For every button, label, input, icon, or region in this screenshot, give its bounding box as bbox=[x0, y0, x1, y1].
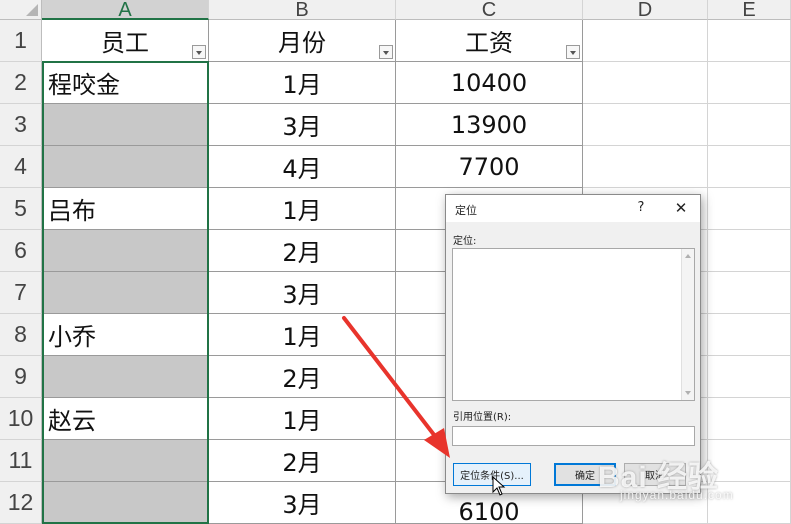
filter-dropdown-icon[interactable] bbox=[192, 45, 206, 59]
dialog-titlebar[interactable]: 定位 ? ✕ bbox=[446, 195, 700, 222]
row-header-5[interactable]: 5 bbox=[0, 188, 42, 230]
column-header-a[interactable]: A bbox=[42, 0, 209, 20]
empty-cell[interactable] bbox=[583, 146, 708, 188]
filter-dropdown-icon[interactable] bbox=[566, 45, 580, 59]
empty-cell[interactable] bbox=[583, 20, 708, 62]
empty-cell[interactable] bbox=[708, 440, 791, 482]
month-cell[interactable]: 4月 bbox=[209, 146, 396, 188]
empty-cell[interactable] bbox=[708, 230, 791, 272]
row-header-4[interactable]: 4 bbox=[0, 146, 42, 188]
mouse-cursor-icon bbox=[492, 476, 506, 496]
help-icon[interactable]: ? bbox=[632, 198, 650, 218]
employee-cell[interactable] bbox=[42, 146, 209, 188]
reference-input[interactable] bbox=[452, 426, 695, 446]
empty-cell[interactable] bbox=[708, 20, 791, 62]
employee-cell[interactable]: 小乔 bbox=[42, 314, 209, 356]
employee-cell[interactable] bbox=[42, 440, 209, 482]
filter-dropdown-icon[interactable] bbox=[379, 45, 393, 59]
header-label: 工资 bbox=[465, 29, 513, 57]
salary-cell[interactable]: 7700 bbox=[396, 146, 583, 188]
empty-cell[interactable] bbox=[708, 356, 791, 398]
month-cell[interactable]: 2月 bbox=[209, 230, 396, 272]
employee-cell[interactable]: 赵云 bbox=[42, 398, 209, 440]
month-cell[interactable]: 1月 bbox=[209, 62, 396, 104]
employee-cell[interactable] bbox=[42, 230, 209, 272]
empty-cell[interactable] bbox=[708, 62, 791, 104]
row-header-3[interactable]: 3 bbox=[0, 104, 42, 146]
row-header-11[interactable]: 11 bbox=[0, 440, 42, 482]
row-header-2[interactable]: 2 bbox=[0, 62, 42, 104]
employee-cell[interactable] bbox=[42, 272, 209, 314]
month-cell[interactable]: 1月 bbox=[209, 398, 396, 440]
employee-cell[interactable]: 程咬金 bbox=[42, 62, 209, 104]
header-cell-employee[interactable]: 员工 bbox=[42, 20, 209, 62]
month-cell[interactable]: 2月 bbox=[209, 440, 396, 482]
empty-cell[interactable] bbox=[708, 272, 791, 314]
month-cell[interactable]: 3月 bbox=[209, 104, 396, 146]
employee-cell[interactable] bbox=[42, 104, 209, 146]
row-header-9[interactable]: 9 bbox=[0, 356, 42, 398]
salary-cell[interactable]: 10400 bbox=[396, 62, 583, 104]
reference-label: 引用位置(R): bbox=[453, 412, 512, 423]
employee-cell[interactable]: 吕布 bbox=[42, 188, 209, 230]
watermark: Bai 经验 jingyan.baidu.com bbox=[598, 452, 733, 502]
goto-label: 定位: bbox=[453, 236, 477, 247]
month-cell[interactable]: 2月 bbox=[209, 356, 396, 398]
watermark-url: jingyan.baidu.com bbox=[620, 488, 734, 502]
column-header-b[interactable]: B bbox=[209, 0, 396, 20]
column-header-c[interactable]: C bbox=[396, 0, 583, 20]
goto-dialog: 定位 ? ✕ 定位: 引用位置(R): 定位条件(S)... 确定 取消 bbox=[445, 194, 701, 494]
header-label: 月份 bbox=[278, 29, 326, 57]
row-header-6[interactable]: 6 bbox=[0, 230, 42, 272]
row-header-1[interactable]: 1 bbox=[0, 20, 42, 62]
dialog-title: 定位 bbox=[455, 204, 477, 217]
header-label: 员工 bbox=[101, 29, 149, 57]
goto-list[interactable] bbox=[452, 248, 695, 401]
empty-cell[interactable] bbox=[708, 314, 791, 356]
empty-cell[interactable] bbox=[708, 398, 791, 440]
salary-cell[interactable]: 13900 bbox=[396, 104, 583, 146]
empty-cell[interactable] bbox=[583, 62, 708, 104]
empty-cell[interactable] bbox=[708, 146, 791, 188]
row-header-10[interactable]: 10 bbox=[0, 398, 42, 440]
select-all-corner[interactable] bbox=[0, 0, 42, 20]
empty-cell[interactable] bbox=[708, 188, 791, 230]
close-icon[interactable]: ✕ bbox=[670, 198, 692, 218]
month-cell[interactable]: 3月 bbox=[209, 272, 396, 314]
list-scrollbar[interactable] bbox=[681, 249, 694, 400]
month-cell[interactable]: 1月 bbox=[209, 188, 396, 230]
column-header-d[interactable]: D bbox=[583, 0, 708, 20]
column-header-e[interactable]: E bbox=[708, 0, 791, 20]
empty-cell[interactable] bbox=[708, 104, 791, 146]
row-header-12[interactable]: 12 bbox=[0, 482, 42, 524]
month-cell[interactable]: 1月 bbox=[209, 314, 396, 356]
month-cell[interactable]: 3月 bbox=[209, 482, 396, 524]
employee-cell[interactable] bbox=[42, 356, 209, 398]
row-header-7[interactable]: 7 bbox=[0, 272, 42, 314]
empty-cell[interactable] bbox=[583, 104, 708, 146]
scroll-down-icon[interactable] bbox=[685, 391, 691, 395]
header-cell-month[interactable]: 月份 bbox=[209, 20, 396, 62]
scroll-up-icon[interactable] bbox=[685, 254, 691, 258]
row-header-8[interactable]: 8 bbox=[0, 314, 42, 356]
header-cell-salary[interactable]: 工资 bbox=[396, 20, 583, 62]
employee-cell[interactable] bbox=[42, 482, 209, 524]
